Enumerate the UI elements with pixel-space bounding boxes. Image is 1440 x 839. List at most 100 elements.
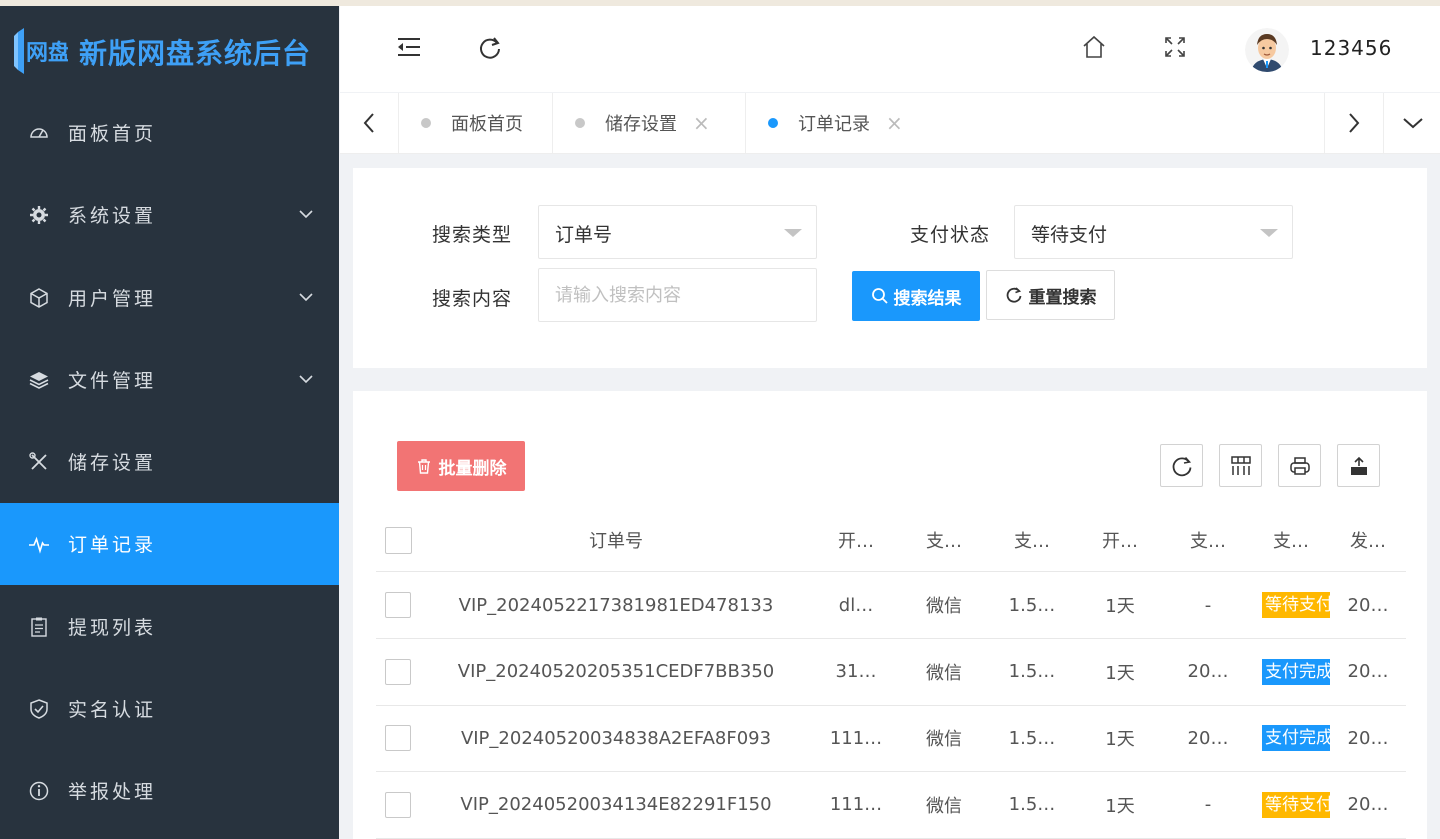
row-select-cell <box>376 705 420 771</box>
table-cell: 1天 <box>1105 662 1135 684</box>
columns-icon <box>1230 455 1251 475</box>
caret-down-icon <box>1260 229 1278 237</box>
table-cell: 微信 <box>926 795 962 817</box>
sidebar-item[interactable]: 系统设置 <box>0 174 339 256</box>
home-icon[interactable] <box>1081 34 1107 60</box>
username[interactable]: 123456 <box>1310 36 1392 60</box>
status-cell: 等待支付 <box>1252 572 1330 638</box>
sidebar-item[interactable]: 举报处理 <box>0 750 339 832</box>
sidebar: 网盘 新版网盘系统后台 面板首页系统设置用户管理文件管理储存设置 订单记录 提现列表… <box>0 6 339 839</box>
close-icon[interactable]: × <box>886 111 903 135</box>
status-badge: 支付完成 <box>1262 725 1330 751</box>
table-panel: 批量删除 订单号 开… 支… 支… 开… 支… 支… 发… VIP_2024052217381… <box>353 391 1427 839</box>
column-header[interactable]: 支… <box>988 509 1076 571</box>
search-panel: 搜索类型 订单号 支付状态 等待支付 搜索内容 搜索结果 重置搜索 <box>353 168 1427 368</box>
sidebar-item-label: 用户管理 <box>68 288 157 310</box>
printer-icon <box>1289 456 1310 475</box>
tab-more-button[interactable] <box>1383 93 1440 153</box>
table-cell: 20… <box>1347 794 1389 815</box>
column-header[interactable]: 支… <box>900 509 988 571</box>
table-cell: 1.5… <box>1008 727 1056 749</box>
table-cell: 111… <box>829 794 883 815</box>
search-icon <box>871 288 888 304</box>
column-header[interactable]: 支… <box>1164 509 1252 571</box>
close-icon[interactable]: × <box>693 111 710 135</box>
table-cell: 1天 <box>1105 795 1135 817</box>
fullscreen-icon[interactable] <box>1162 34 1188 60</box>
sidebar-item[interactable]: 储存设置 <box>0 421 339 503</box>
reset-button[interactable]: 重置搜索 <box>986 270 1115 320</box>
user-avatar-icon <box>1245 28 1289 72</box>
pay-status-label: 支付状态 <box>910 224 991 246</box>
sidebar-item[interactable]: 提现列表 <box>0 586 339 668</box>
row-checkbox[interactable] <box>385 592 411 618</box>
refresh-icon[interactable] <box>477 35 503 61</box>
table-row[interactable]: VIP_2024052217381981ED478133 dl… 微信 1.5… 1天 -… <box>376 572 1406 639</box>
layers-icon <box>28 369 50 391</box>
chevron-right-icon <box>1349 113 1360 133</box>
table-cell: 1.5… <box>1008 661 1056 682</box>
sidebar-item[interactable]: 文件管理 <box>0 339 339 421</box>
status-badge: 支付完成 <box>1262 658 1330 685</box>
column-header[interactable]: 订单号 <box>420 509 812 571</box>
row-select-cell <box>376 639 420 705</box>
search-content-field[interactable] <box>538 268 817 322</box>
tab[interactable]: 储存设置 × <box>552 93 746 153</box>
print-button[interactable] <box>1278 444 1321 487</box>
tab[interactable]: 订单记录 × <box>745 93 939 153</box>
sidebar-item-label: 实名认证 <box>68 699 157 721</box>
status-cell: 支付完成 <box>1252 639 1330 705</box>
logo-icon: 网盘 <box>14 28 68 74</box>
chevron-down-icon <box>299 293 313 302</box>
search-button[interactable]: 搜索结果 <box>852 271 980 321</box>
select-all-checkbox[interactable] <box>385 526 412 554</box>
gear-icon <box>28 204 50 226</box>
sidebar-item-label: 举报处理 <box>68 781 157 803</box>
batch-delete-label: 批量删除 <box>438 458 507 479</box>
table-row[interactable]: VIP_20240520205351CEDF7BB350 31… 微信 1.5… 1天 2… <box>376 639 1406 706</box>
sidebar-item-label: 面板首页 <box>68 123 157 145</box>
table-cell: 1.5… <box>1008 594 1056 616</box>
table-row[interactable]: VIP_20240520034838A2EFA8F093 111… 微信 1.5… 1天… <box>376 705 1406 772</box>
search-type-select[interactable]: 订单号 <box>538 205 817 259</box>
export-button[interactable] <box>1337 444 1380 487</box>
sidebar-item-label: 文件管理 <box>68 370 157 392</box>
row-checkbox[interactable] <box>385 791 411 818</box>
column-filter-button[interactable] <box>1219 444 1262 487</box>
tab[interactable]: 面板首页 <box>398 93 553 153</box>
table-cell: 微信 <box>926 662 962 684</box>
column-header[interactable]: 支… <box>1252 509 1330 571</box>
menu-fold-icon[interactable] <box>396 34 422 60</box>
column-header[interactable]: 开… <box>812 509 900 571</box>
cube-icon <box>28 287 50 309</box>
search-type-label: 搜索类型 <box>432 224 513 246</box>
table-row[interactable]: VIP_20240520034134E82291F150 111… 微信 1.5… 1天… <box>376 772 1406 839</box>
row-select-cell <box>376 772 420 838</box>
avatar[interactable] <box>1245 28 1289 72</box>
sidebar-item[interactable]: 实名认证 <box>0 668 339 750</box>
chevron-left-icon <box>363 113 374 133</box>
tab-label: 订单记录 <box>798 114 870 135</box>
pay-status-select[interactable]: 等待支付 <box>1014 205 1293 259</box>
search-input[interactable] <box>539 269 816 321</box>
table-cell: 111… <box>829 727 883 749</box>
sidebar-item[interactable]: 面板首页 <box>0 92 339 174</box>
batch-delete-button[interactable]: 批量删除 <box>397 441 525 491</box>
tab-scroll-right-button[interactable] <box>1324 93 1383 153</box>
sidebar-item[interactable]: 用户管理 <box>0 257 339 339</box>
tab-scroll-left-button[interactable] <box>340 93 398 153</box>
column-header[interactable]: 发… <box>1330 509 1406 571</box>
row-checkbox[interactable] <box>385 658 411 685</box>
tab-label: 面板首页 <box>451 114 523 135</box>
status-badge: 等待支付 <box>1262 791 1330 818</box>
export-icon <box>1350 456 1367 475</box>
column-header[interactable]: 开… <box>1076 509 1164 571</box>
logo[interactable]: 网盘 新版网盘系统后台 <box>0 6 339 92</box>
table-cell: 1.5… <box>1008 794 1056 815</box>
table-cell: 微信 <box>926 729 962 750</box>
shield-check-icon <box>28 698 50 720</box>
table-refresh-button[interactable] <box>1160 444 1203 487</box>
sidebar-item[interactable]: 订单记录 <box>0 503 339 585</box>
status-cell: 支付完成 <box>1252 705 1330 771</box>
row-checkbox[interactable] <box>385 725 411 751</box>
